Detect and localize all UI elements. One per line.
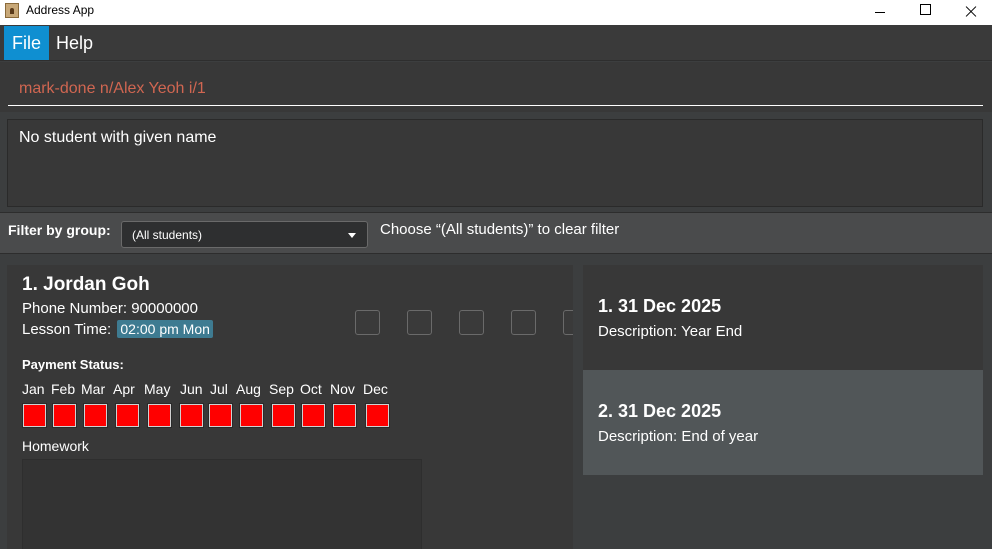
student-name: 1. Jordan Goh bbox=[22, 274, 150, 295]
month-label: Aug bbox=[236, 381, 261, 397]
payment-box-mar[interactable] bbox=[83, 403, 108, 428]
filter-hint: Choose “(All students)” to clear filter bbox=[380, 221, 620, 238]
checkbox[interactable] bbox=[563, 310, 573, 335]
lesson-time-badge: 02:00 pm Mon bbox=[117, 320, 213, 338]
maximize-icon[interactable] bbox=[902, 0, 948, 25]
event-card-selected[interactable]: 2. 31 Dec 2025 Description: End of year bbox=[583, 370, 983, 475]
checkbox[interactable] bbox=[459, 310, 484, 335]
window-title: Address App bbox=[26, 3, 95, 17]
close-icon[interactable] bbox=[948, 0, 992, 25]
menu-help[interactable]: Help bbox=[48, 26, 101, 60]
checkbox[interactable] bbox=[407, 310, 432, 335]
payment-box-feb[interactable] bbox=[52, 403, 77, 428]
menu-file[interactable]: File bbox=[4, 26, 50, 60]
month-label: Apr bbox=[113, 381, 135, 397]
student-phone: Phone Number: 90000000 bbox=[22, 300, 198, 317]
result-display[interactable]: No student with given name bbox=[7, 119, 983, 207]
month-label: Oct bbox=[300, 381, 322, 397]
event-description: Description: End of year bbox=[598, 428, 759, 445]
checkbox[interactable] bbox=[355, 310, 380, 335]
student-card[interactable]: 1. Jordan Goh Phone Number: 90000000 Les… bbox=[7, 265, 573, 549]
payment-box-oct[interactable] bbox=[301, 403, 326, 428]
homework-list[interactable] bbox=[22, 459, 422, 549]
app-icon bbox=[5, 3, 19, 18]
title-bar: Address App bbox=[0, 0, 992, 25]
event-title: 1. 31 Dec 2025 bbox=[598, 296, 722, 316]
minimize-icon[interactable] bbox=[856, 0, 902, 25]
month-label: Sep bbox=[269, 381, 294, 397]
lesson-time-row: Lesson Time: 02:00 pm Mon bbox=[22, 320, 213, 338]
payment-box-apr[interactable] bbox=[115, 403, 140, 428]
event-title: 2. 31 Dec 2025 bbox=[598, 401, 722, 421]
month-label: Jul bbox=[210, 381, 228, 397]
month-label: Jan bbox=[22, 381, 45, 397]
filter-bar: Filter by group: (All students) Choose “… bbox=[0, 212, 992, 254]
payment-box-nov[interactable] bbox=[332, 403, 357, 428]
group-filter-value: (All students) bbox=[132, 228, 203, 242]
payment-status-label: Payment Status: bbox=[22, 357, 124, 372]
payment-box-aug[interactable] bbox=[239, 403, 264, 428]
lesson-time-label: Lesson Time: bbox=[22, 321, 112, 338]
event-card[interactable]: 1. 31 Dec 2025 Description: Year End bbox=[583, 265, 983, 370]
month-label: Jun bbox=[180, 381, 203, 397]
payment-box-dec[interactable] bbox=[365, 403, 390, 428]
homework-label: Homework bbox=[22, 438, 89, 454]
result-text: No student with given name bbox=[19, 129, 217, 146]
command-box bbox=[0, 62, 992, 112]
payment-box-may[interactable] bbox=[147, 403, 172, 428]
payment-box-sep[interactable] bbox=[271, 403, 296, 428]
group-filter-select[interactable]: (All students) bbox=[121, 221, 368, 248]
event-description: Description: Year End bbox=[598, 323, 743, 340]
payment-box-jun[interactable] bbox=[179, 403, 204, 428]
payment-box-jan[interactable] bbox=[22, 403, 47, 428]
month-label: May bbox=[144, 381, 171, 397]
main-area: 1. Jordan Goh Phone Number: 90000000 Les… bbox=[0, 255, 992, 549]
month-label: Dec bbox=[363, 381, 388, 397]
chevron-down-icon bbox=[348, 233, 356, 238]
menu-bar: File Help bbox=[0, 25, 992, 61]
month-label: Feb bbox=[51, 381, 76, 397]
command-input[interactable] bbox=[8, 72, 983, 106]
payment-box-jul[interactable] bbox=[208, 403, 233, 428]
checkbox[interactable] bbox=[511, 310, 536, 335]
month-label: Mar bbox=[81, 381, 106, 397]
month-label: Nov bbox=[330, 381, 355, 397]
filter-label: Filter by group: bbox=[8, 222, 111, 238]
